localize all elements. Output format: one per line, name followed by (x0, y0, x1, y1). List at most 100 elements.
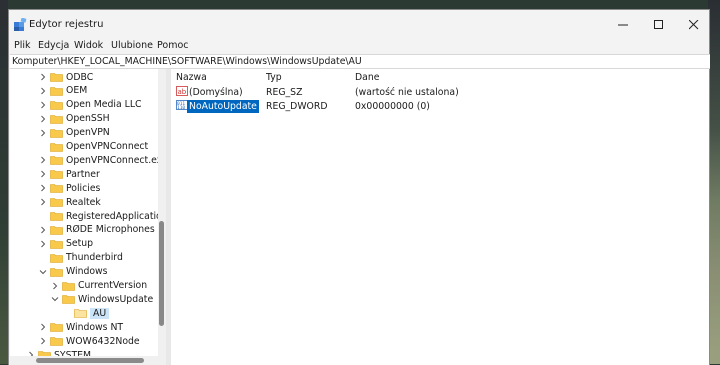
tree-node-label: Realtek (66, 196, 101, 208)
menu-pomoc[interactable]: Pomoc (157, 40, 189, 51)
tree-node-setup[interactable]: Setup (38, 237, 93, 251)
tree-node-label: WindowsUpdate (78, 293, 154, 305)
chevron-spacer (38, 253, 48, 263)
tree-node-registeredapplications[interactable]: RegisteredApplications (38, 209, 158, 223)
value-name: (Domyślna) (189, 87, 243, 98)
folder-open-icon (74, 309, 87, 319)
tree-node-label: OpenSSH (66, 113, 110, 125)
chevron-down-icon[interactable] (50, 294, 60, 304)
folder-icon (50, 239, 63, 249)
registry-editor-icon (14, 18, 27, 31)
registry-key-tree[interactable]: ODBC OEM Open Media LLC OpenSSH OpenVPN OpenV… (10, 69, 158, 356)
chevron-right-icon[interactable] (38, 114, 48, 124)
value-type: REG_DWORD (266, 101, 328, 112)
chevron-right-icon[interactable] (38, 86, 48, 96)
folder-icon (50, 100, 63, 110)
tree-node-windows-nt[interactable]: Windows NT (38, 320, 123, 334)
chevron-right-icon[interactable] (38, 128, 48, 138)
tree-node-odbc[interactable]: ODBC (38, 70, 93, 84)
chevron-right-icon[interactable] (38, 197, 48, 207)
tree-node-label: OpenVPN (66, 127, 110, 139)
tree-node-openvpnconnect-exe[interactable]: OpenVPNConnect.exe (38, 153, 158, 167)
chevron-spacer (62, 308, 72, 318)
tree-node-r-de-microphones[interactable]: RØDE Microphones (38, 223, 155, 237)
tree-node-openvpnconnect[interactable]: OpenVPNConnect (38, 140, 148, 154)
tree-vertical-scrollbar[interactable] (158, 69, 166, 356)
chevron-right-icon[interactable] (50, 281, 60, 291)
values-list[interactable]: Nazwa Typ Dane ab (Domyślna) REG_SZ (war… (171, 69, 709, 365)
tree-node-wow6432node[interactable]: WOW6432Node (38, 334, 140, 348)
minimize-button[interactable] (605, 12, 641, 38)
column-header-data[interactable]: Dane (355, 71, 379, 84)
chevron-right-icon[interactable] (38, 225, 48, 235)
menu-bar: Plik Edycja Widok Ulubione Pomoc (9, 40, 709, 54)
tree-node-label: Policies (66, 182, 101, 194)
tree-node-system[interactable]: SYSTEM (26, 348, 91, 356)
menu-ulubione[interactable]: Ulubione (111, 40, 153, 51)
chevron-right-icon[interactable] (38, 183, 48, 193)
tree-node-openvpn[interactable]: OpenVPN (38, 126, 110, 140)
tree-node-label: CurrentVersion (78, 280, 148, 291)
maximize-button[interactable] (641, 12, 677, 38)
tree-node-au[interactable]: AU (62, 306, 110, 320)
chevron-right-icon[interactable] (38, 100, 48, 110)
address-bar[interactable]: Komputer\HKEY_LOCAL_MACHINE\SOFTWARE\Win… (10, 54, 710, 69)
tree-node-label: Thunderbird (66, 252, 123, 264)
tree-node-label: RØDE Microphones (66, 224, 155, 236)
folder-icon (50, 198, 63, 207)
column-header-name[interactable]: Nazwa (176, 71, 207, 84)
tree-vertical-scroll-thumb[interactable] (159, 221, 164, 326)
chevron-right-icon[interactable] (38, 336, 48, 346)
tree-node-label: OEM (66, 85, 88, 97)
folder-icon (50, 73, 63, 82)
title-bar[interactable]: Edytor rejestru (9, 10, 709, 40)
tree-node-currentversion[interactable]: CurrentVersion (50, 279, 147, 293)
value-data: (wartość nie ustalona) (355, 87, 459, 98)
tree-horizontal-scroll-thumb[interactable] (36, 358, 144, 363)
tree-node-label: Windows NT (66, 321, 124, 333)
tree-node-partner[interactable]: Partner (38, 167, 100, 181)
column-header-type[interactable]: Typ (266, 71, 282, 84)
chevron-right-icon[interactable] (38, 239, 48, 249)
string-value-icon: ab (176, 86, 188, 96)
svg-text:110: 110 (177, 105, 185, 111)
tree-node-realtek[interactable]: Realtek (38, 195, 101, 209)
menu-widok[interactable]: Widok (74, 40, 103, 51)
svg-text:ab: ab (178, 88, 187, 96)
chevron-right-icon[interactable] (38, 72, 48, 82)
tree-node-label: OpenVPNConnect.exe (66, 154, 158, 166)
folder-icon (50, 337, 63, 346)
tree-node-label: AU (90, 307, 110, 319)
chevron-right-icon[interactable] (38, 155, 48, 165)
folder-icon (50, 253, 63, 263)
tree-node-label: RegisteredApplications (66, 210, 158, 222)
folder-icon (50, 212, 63, 221)
tree-node-policies[interactable]: Policies (38, 181, 100, 195)
close-button[interactable] (676, 12, 712, 38)
folder-icon (50, 142, 63, 152)
folder-icon (62, 281, 75, 291)
tree-node-label: Partner (66, 168, 100, 180)
chevron-right-icon[interactable] (38, 322, 48, 332)
tree-node-windows[interactable]: Windows (38, 265, 108, 279)
window-title: Edytor rejestru (29, 19, 104, 30)
chevron-right-icon[interactable] (38, 169, 48, 179)
menu-plik[interactable]: Plik (14, 40, 31, 51)
folder-icon (62, 295, 75, 305)
tree-node-label: ODBC (66, 71, 94, 83)
folder-icon (50, 226, 63, 235)
maximize-icon (654, 20, 663, 29)
value-data: 0x00000000 (0) (355, 101, 430, 112)
close-icon (689, 20, 699, 30)
tree-node-openssh[interactable]: OpenSSH (38, 112, 110, 126)
tree-node-oem[interactable]: OEM (38, 84, 87, 98)
tree-node-thunderbird[interactable]: Thunderbird (38, 251, 123, 265)
folder-icon (50, 128, 63, 138)
menu-edycja[interactable]: Edycja (38, 40, 69, 51)
folder-icon (50, 170, 63, 180)
chevron-down-icon[interactable] (38, 267, 48, 277)
tree-node-open-media-llc[interactable]: Open Media LLC (38, 98, 142, 112)
desktop-background-left (0, 0, 8, 364)
tree-node-windowsupdate[interactable]: WindowsUpdate (50, 292, 153, 306)
tree-node-label: Windows (66, 266, 108, 278)
